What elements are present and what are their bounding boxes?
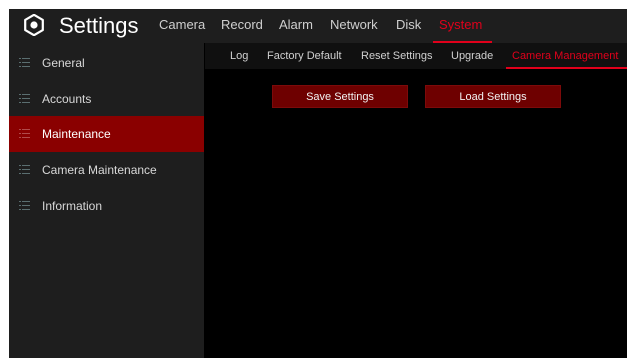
settings-window: Settings Camera Record Alarm Network Dis… (9, 9, 627, 358)
sidebar-item-label: General (42, 56, 85, 70)
sidebar-item-label: Information (42, 199, 103, 213)
sidebar-item-label: Maintenance (42, 127, 111, 141)
list-icon (19, 165, 30, 174)
list-icon (19, 94, 30, 103)
tab-upgrade[interactable]: Upgrade (451, 43, 493, 69)
menu-network[interactable]: Network (330, 9, 378, 43)
subtab-bar: Log Factory Default Reset Settings Upgra… (205, 43, 627, 69)
sidebar-item-information[interactable]: Information (9, 188, 204, 224)
tab-reset-settings[interactable]: Reset Settings (361, 43, 433, 69)
app-title: Settings (59, 13, 139, 38)
menu-camera[interactable]: Camera (159, 9, 205, 43)
tab-log[interactable]: Log (230, 43, 248, 69)
sidebar-item-general[interactable]: General (9, 45, 204, 81)
list-icon (19, 129, 30, 138)
sidebar-item-label: Accounts (42, 92, 92, 106)
sidebar-item-camera-maintenance[interactable]: Camera Maintenance (9, 152, 204, 188)
menu-record[interactable]: Record (221, 9, 263, 43)
top-bar: Settings Camera Record Alarm Network Dis… (9, 9, 627, 43)
save-settings-button[interactable]: Save Settings (272, 85, 408, 108)
gear-icon (24, 14, 44, 36)
list-icon (19, 201, 30, 210)
tab-factory-default[interactable]: Factory Default (267, 43, 342, 69)
sidebar: General Accounts Maintenance Camera Main… (9, 43, 204, 358)
sidebar-item-accounts[interactable]: Accounts (9, 81, 204, 117)
menu-alarm[interactable]: Alarm (279, 9, 313, 43)
sidebar-item-label: Camera Maintenance (42, 163, 157, 177)
list-icon (19, 58, 30, 67)
load-settings-button[interactable]: Load Settings (425, 85, 561, 108)
sidebar-item-maintenance[interactable]: Maintenance (9, 116, 204, 152)
menu-system[interactable]: System (432, 9, 493, 43)
menu-disk[interactable]: Disk (396, 9, 421, 43)
tab-camera-management[interactable]: Camera Management (512, 43, 618, 69)
content-area: Save Settings Load Settings (205, 69, 627, 358)
